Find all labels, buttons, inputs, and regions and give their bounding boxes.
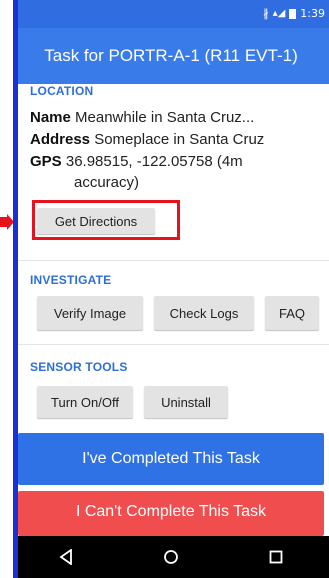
location-address-row: Address Someplace in Santa Cruz — [30, 130, 264, 150]
bluetooth-icon: ∦ — [263, 7, 269, 20]
app-title-bar: Task for PORTR-A-1 (R11 EVT-1) — [13, 28, 329, 84]
completed-task-button[interactable]: I've Completed This Task — [18, 433, 324, 485]
status-time: 1:39 — [300, 7, 325, 20]
gps-label: GPS — [30, 153, 62, 170]
page-title: Task for PORTR-A-1 (R11 EVT-1) — [44, 46, 298, 65]
home-icon[interactable] — [151, 542, 191, 572]
battery-icon — [289, 8, 297, 19]
signal-icon: ▴◢ — [272, 8, 286, 19]
location-gps-row: GPS 36.98515, -122.05758 (4m — [30, 152, 243, 172]
cant-complete-task-button[interactable]: I Can't Complete This Task — [18, 491, 324, 536]
verify-image-button[interactable]: Verify Image — [37, 296, 143, 330]
sensor-tools-heading: SENSOR TOOLS — [30, 360, 128, 374]
name-label: Name — [30, 109, 71, 126]
device-frame-edge — [13, 0, 18, 578]
investigate-heading: INVESTIGATE — [30, 273, 112, 287]
gps-accuracy: accuracy) — [74, 174, 140, 191]
faq-button[interactable]: FAQ — [265, 296, 319, 330]
location-heading: LOCATION — [30, 84, 94, 98]
back-icon[interactable] — [46, 542, 86, 572]
section-divider — [18, 344, 329, 345]
recents-icon[interactable] — [256, 542, 296, 572]
get-directions-button[interactable]: Get Directions — [37, 208, 155, 234]
phone-screen: ∦ ▴◢ 1:39 Task for PORTR-A-1 (R11 EVT-1)… — [13, 0, 329, 578]
location-name-row: Name Meanwhile in Santa Cruz... — [30, 108, 254, 128]
turn-on-off-button[interactable]: Turn On/Off — [37, 386, 133, 418]
address-value: Someplace in Santa Cruz — [94, 131, 265, 148]
gps-value: 36.98515, -122.05758 (4m — [65, 153, 243, 170]
uninstall-button[interactable]: Uninstall — [144, 386, 228, 418]
check-logs-button[interactable]: Check Logs — [154, 296, 254, 330]
section-divider — [18, 260, 329, 261]
name-value: Meanwhile in Santa Cruz... — [75, 109, 255, 126]
address-label: Address — [30, 131, 91, 148]
status-bar: ∦ ▴◢ 1:39 — [13, 0, 329, 28]
pointer-arrow-icon — [0, 214, 14, 230]
android-nav-bar — [13, 536, 329, 578]
